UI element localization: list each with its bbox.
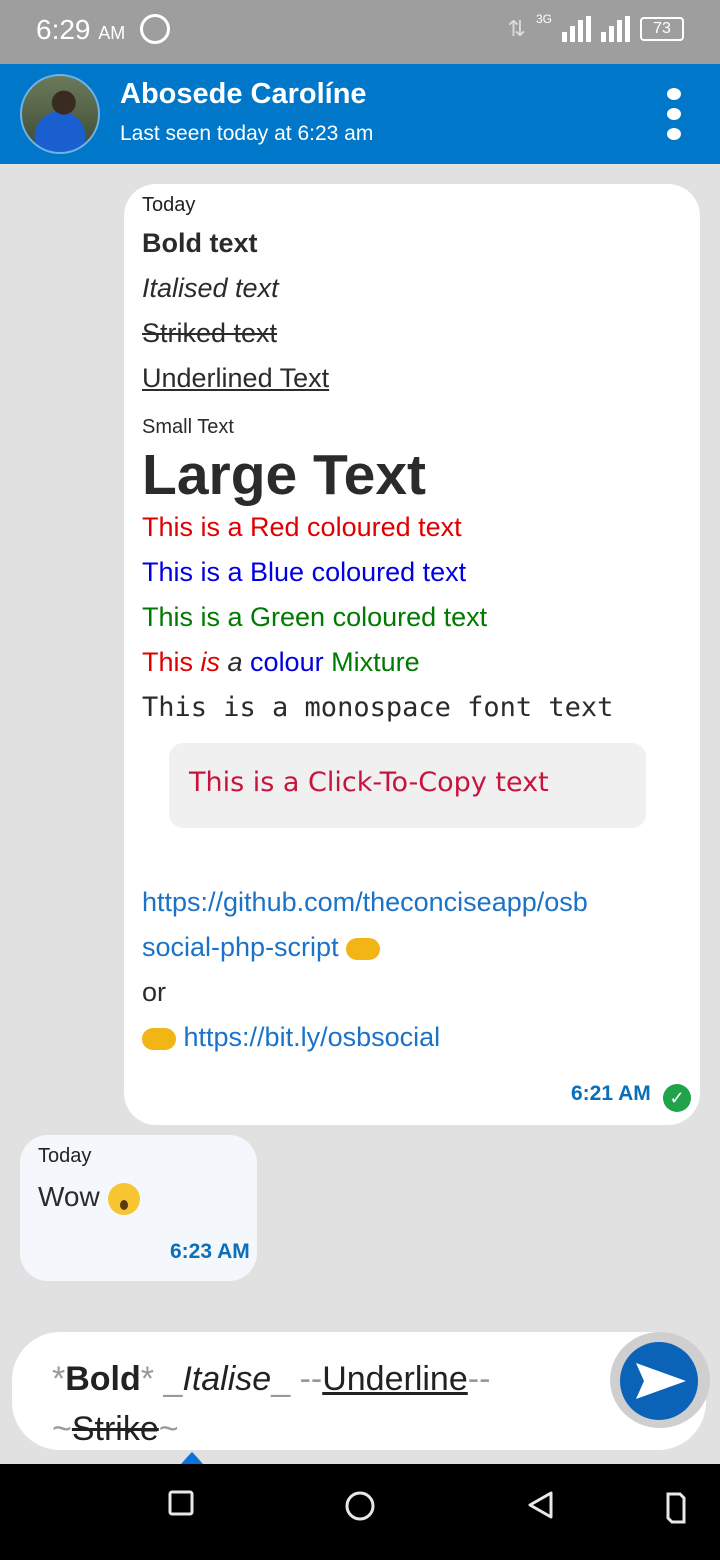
chat-header: Abosede Carolíne Last seen today at 6:23… [0,64,720,164]
large-text: Large Text [142,443,427,507]
strike-text: Striked text [142,318,278,348]
system-nav-bar [0,1464,720,1560]
pointing-hand-right-icon [142,1027,176,1050]
recent-apps-icon[interactable] [168,1490,194,1516]
delivered-check-icon: ✓ [663,1084,691,1112]
underline-text: Underlined Text [142,363,330,393]
bitly-link-line[interactable]: https://bit.ly/osbsocial [142,1022,440,1053]
status-indicators: ⇅ 3G 73 [507,12,684,42]
click-to-copy-text[interactable]: This is a Click-To-Copy text [189,767,549,798]
monospace-text: This is a monospace font text [142,692,614,723]
incoming-message-text: Wow [38,1181,140,1215]
status-bar: 6:29 AM ⇅ 3G 73 [0,0,720,64]
github-link-line2[interactable]: social-php-script [142,932,381,963]
bitly-link: https://bit.ly/osbsocial [183,1022,441,1052]
signal-icon-2 [601,16,630,42]
or-text: or [142,977,167,1007]
home-icon[interactable] [344,1490,376,1522]
small-text: Small Text [142,416,234,438]
status-time: 6:29 AM [36,14,126,45]
network-label: 3G [535,12,552,26]
back-icon[interactable] [526,1490,554,1520]
rotate-screen-icon[interactable] [662,1490,688,1526]
astonished-face-icon [107,1182,140,1215]
battery-icon: 73 [640,17,684,41]
signal-icon [562,16,591,42]
date-label: Today [38,1145,92,1167]
last-seen: Last seen today at 6:23 am [120,122,374,145]
avatar[interactable] [20,74,100,154]
more-options-icon[interactable] [664,88,684,140]
message-input[interactable]: *Bold* _Italise_ --Underline-- ~Strike~ [12,1332,706,1450]
pointing-hand-left-icon [346,937,381,960]
send-icon [636,1363,686,1399]
outgoing-message-bubble[interactable]: Today Bold text Italised text Striked te… [124,184,700,1125]
green-text: This is a Green coloured text [142,602,488,632]
italic-text: Italised text [142,273,279,303]
incoming-message-bubble[interactable]: Today Wow 6:23 AM [20,1135,257,1281]
colour-mixture-text: This is a colour Mixture [142,647,420,677]
message-input-text[interactable]: *Bold* _Italise_ --Underline-- ~Strike~ [52,1354,490,1454]
message-time: 6:23 AM [170,1240,250,1263]
bold-text: Bold text [142,228,258,258]
click-to-copy-box[interactable]: This is a Click-To-Copy text [169,743,646,828]
whatsapp-icon [140,14,170,44]
blue-text: This is a Blue coloured text [142,557,467,587]
date-label: Today [142,194,196,216]
message-time: 6:21 AM [571,1082,651,1105]
contact-name[interactable]: Abosede Carolíne [120,78,367,111]
github-link[interactable]: https://github.com/theconciseapp/osb [142,887,588,918]
data-arrows-icon: ⇅ [507,16,526,41]
red-text: This is a Red coloured text [142,512,462,542]
send-button[interactable] [620,1342,698,1420]
